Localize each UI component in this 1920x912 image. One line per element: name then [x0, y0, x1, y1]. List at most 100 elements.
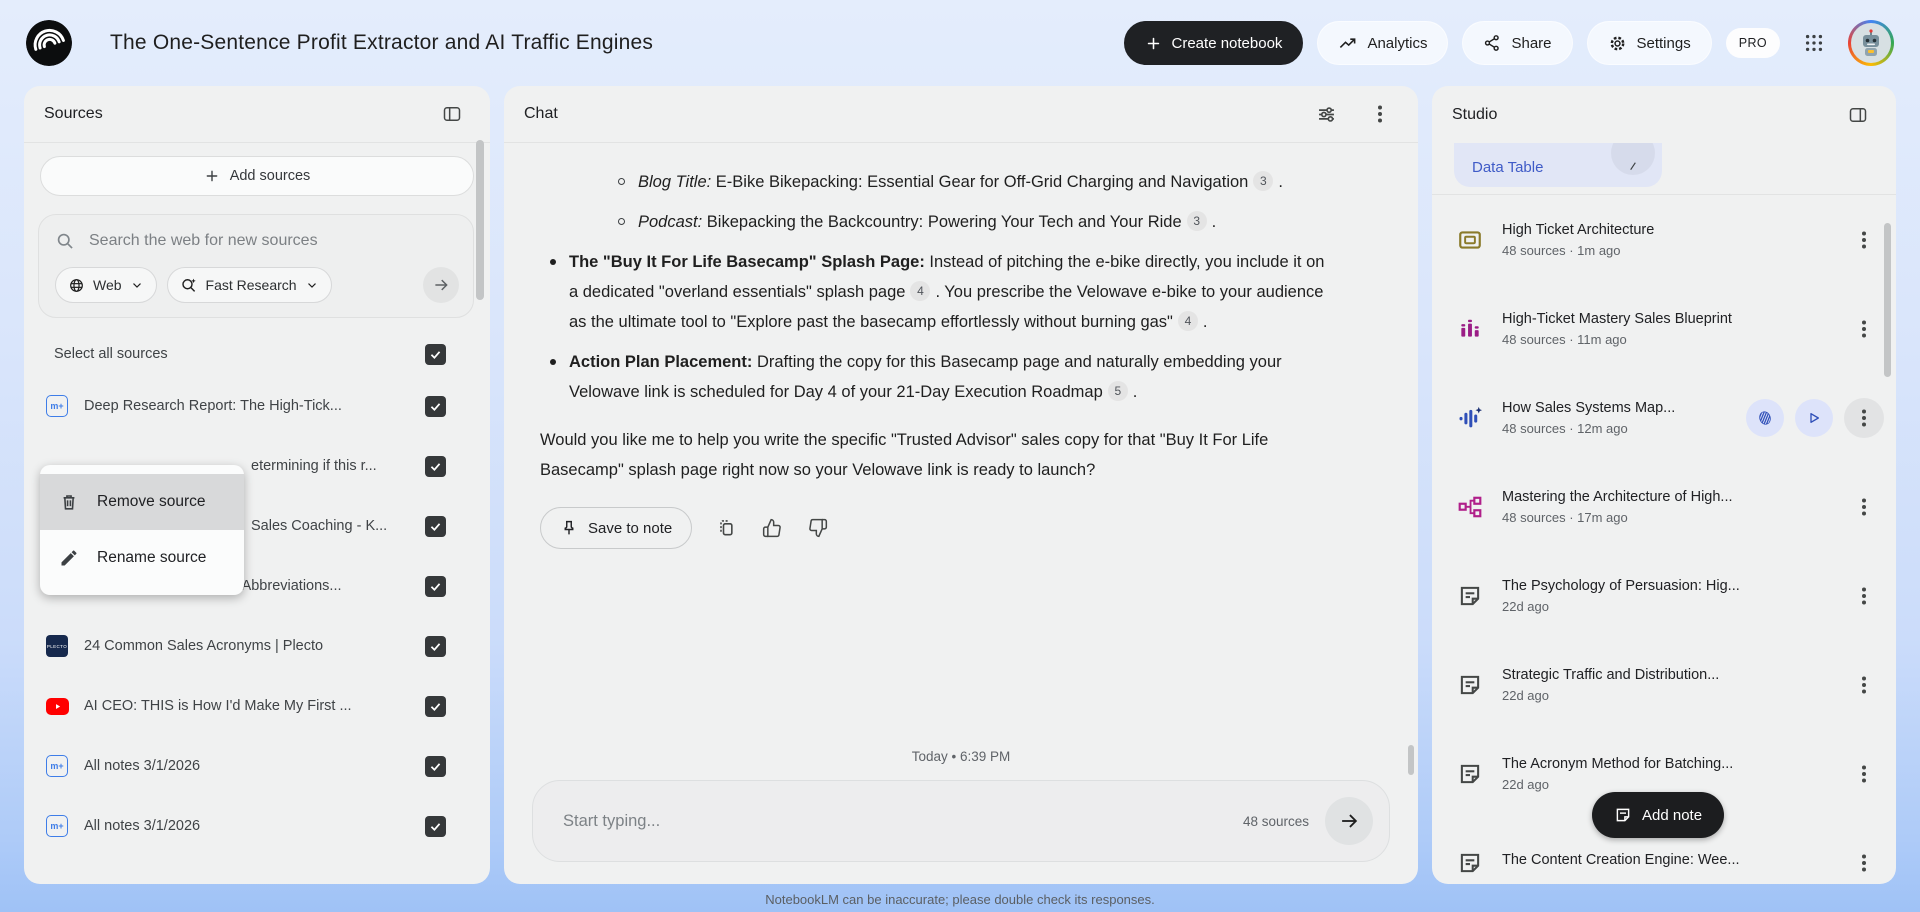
- source-checkbox[interactable]: [425, 755, 446, 777]
- source-title: 24 Common Sales Acronyms | Plecto: [84, 638, 324, 654]
- interactive-mode-icon[interactable]: [1746, 398, 1784, 437]
- studio-item-meta: 22d ago: [1502, 687, 1549, 703]
- source-checkbox[interactable]: [425, 575, 446, 597]
- studio-item-menu-icon[interactable]: [1844, 397, 1884, 438]
- source-row[interactable]: PLECTO 24 Common Sales Acronyms | Plecto: [24, 616, 490, 676]
- studio-item-meta: 22d ago: [1502, 776, 1549, 792]
- studio-item-row[interactable]: Mastering the Architecture of High... 48…: [1432, 462, 1896, 551]
- note-icon: [1454, 672, 1486, 698]
- thumbs-up-icon[interactable]: [760, 516, 784, 540]
- citation-chip[interactable]: 4: [1177, 311, 1198, 331]
- source-title: All notes 3/1/2026: [84, 758, 201, 774]
- youtube-icon: [45, 697, 69, 715]
- sources-scrollbar[interactable]: [476, 140, 484, 300]
- chevron-down-icon: [132, 283, 141, 288]
- settings-label: Settings: [1636, 34, 1691, 52]
- source-checkbox[interactable]: [425, 815, 446, 837]
- studio-item-menu-icon[interactable]: [1844, 754, 1884, 794]
- search-submit-button[interactable]: [423, 267, 459, 303]
- web-filter-dropdown[interactable]: Web: [55, 267, 157, 303]
- share-button[interactable]: Share: [1462, 21, 1573, 65]
- thumbs-down-icon[interactable]: [806, 516, 830, 540]
- source-row[interactable]: m+ Deep Research Report: The High-Tick..…: [24, 376, 490, 436]
- bullet-marker: [550, 259, 556, 265]
- studio-item-row[interactable]: How Sales Systems Map... 48 sources · 12…: [1432, 373, 1896, 462]
- remove-source-menu-item[interactable]: Remove source: [40, 474, 244, 530]
- edit-chip-icon[interactable]: [1611, 143, 1655, 175]
- studio-item-row[interactable]: The Psychology of Persuasion: Hig... 22d…: [1432, 551, 1896, 640]
- source-checkbox[interactable]: [425, 515, 446, 537]
- chat-scrollbar[interactable]: [1408, 745, 1414, 775]
- create-notebook-label: Create notebook: [1171, 34, 1283, 52]
- research-mode-dropdown[interactable]: Fast Research: [166, 267, 332, 303]
- chat-input[interactable]: [563, 811, 1243, 831]
- rename-source-label: Rename source: [97, 549, 207, 566]
- remove-source-label: Remove source: [97, 493, 206, 510]
- citation-chip[interactable]: 5: [1107, 381, 1128, 401]
- studio-item-menu-icon[interactable]: [1844, 665, 1884, 705]
- analytics-button[interactable]: Analytics: [1317, 21, 1449, 65]
- add-note-button[interactable]: Add note: [1592, 792, 1725, 838]
- source-row[interactable]: m+ All notes 3/1/2026: [24, 796, 490, 856]
- citation-chip[interactable]: 4: [910, 281, 931, 301]
- chat-timestamp: Today • 6:39 PM: [911, 749, 1011, 764]
- data-table-chip-label: Data Table: [1472, 159, 1544, 176]
- markdown-note-icon: m+: [46, 755, 68, 777]
- source-checkbox[interactable]: [425, 635, 446, 657]
- source-checkbox[interactable]: [425, 395, 446, 417]
- studio-scrollbar[interactable]: [1884, 223, 1891, 377]
- studio-item-menu-icon[interactable]: [1844, 309, 1884, 349]
- studio-item-menu-icon[interactable]: [1844, 843, 1884, 883]
- select-all-checkbox[interactable]: [425, 343, 446, 365]
- source-row[interactable]: AI CEO: THIS is How I'd Make My First ..…: [24, 676, 490, 736]
- source-title: All notes 3/1/2026: [84, 818, 201, 834]
- check-icon: [430, 350, 441, 359]
- rename-source-menu-item[interactable]: Rename source: [40, 530, 244, 586]
- citation-chip[interactable]: 3: [1253, 171, 1274, 191]
- sources-panel-header: Sources: [24, 86, 490, 143]
- play-icon[interactable]: [1795, 398, 1833, 437]
- create-notebook-button[interactable]: Create notebook: [1123, 21, 1304, 65]
- avatar[interactable]: [1848, 20, 1894, 66]
- trash-icon: [63, 495, 75, 510]
- source-checkbox[interactable]: [425, 695, 446, 717]
- top-bar: The One-Sentence Profit Extractor and AI…: [0, 0, 1920, 86]
- chat-more-menu-icon[interactable]: [1362, 96, 1398, 132]
- studio-item-title: How Sales Systems Map...: [1502, 399, 1676, 416]
- studio-item-row[interactable]: Strategic Traffic and Distribution... 22…: [1432, 640, 1896, 729]
- studio-item-menu-icon[interactable]: [1844, 487, 1884, 527]
- apps-grid-icon[interactable]: [1794, 23, 1834, 63]
- plus-icon: [206, 170, 218, 182]
- studio-item-menu-icon[interactable]: [1844, 576, 1884, 616]
- add-sources-button[interactable]: Add sources: [40, 156, 474, 196]
- chat-input-bar: 48 sources: [532, 780, 1390, 862]
- studio-item-title: The Content Creation Engine: Wee...: [1502, 852, 1740, 868]
- studio-item-meta: 48 sources · 11m ago: [1502, 331, 1627, 347]
- source-count: 48 sources: [1242, 813, 1309, 829]
- plecto-favicon: PLECTO: [46, 635, 68, 657]
- bar-chart-icon: [1454, 316, 1486, 342]
- collapse-studio-panel-icon[interactable]: [1840, 97, 1876, 133]
- share-label: Share: [1511, 34, 1552, 52]
- studio-item-menu-icon[interactable]: [1844, 220, 1884, 260]
- copy-icon[interactable]: [714, 516, 738, 540]
- citation-chip[interactable]: 3: [1186, 211, 1207, 231]
- source-title: Deep Research Report: The High-Tick...: [84, 398, 342, 414]
- hollow-bullet-marker: [618, 178, 625, 185]
- chat-settings-icon[interactable]: [1308, 96, 1344, 132]
- send-message-button[interactable]: [1325, 797, 1373, 845]
- add-sources-label: Add sources: [229, 168, 311, 184]
- studio-item-row[interactable]: High Ticket Architecture 48 sources · 1m…: [1432, 195, 1896, 284]
- data-table-chip[interactable]: Data Table: [1454, 143, 1662, 187]
- collapse-sources-panel-icon[interactable]: [434, 96, 470, 132]
- save-to-note-button[interactable]: Save to note: [540, 507, 693, 549]
- source-row[interactable]: m+ All notes 3/1/2026: [24, 736, 490, 796]
- settings-button[interactable]: Settings: [1586, 21, 1712, 65]
- sources-panel: Sources Add sources Search the web for n…: [24, 86, 490, 884]
- source-checkbox[interactable]: [425, 455, 446, 477]
- chevron-down-icon: [307, 283, 316, 288]
- web-filter-label: Web: [93, 277, 122, 293]
- studio-item-row[interactable]: High-Ticket Mastery Sales Blueprint 48 s…: [1432, 284, 1896, 373]
- notebooklm-logo-icon[interactable]: [26, 20, 72, 66]
- web-search-input[interactable]: [89, 232, 459, 250]
